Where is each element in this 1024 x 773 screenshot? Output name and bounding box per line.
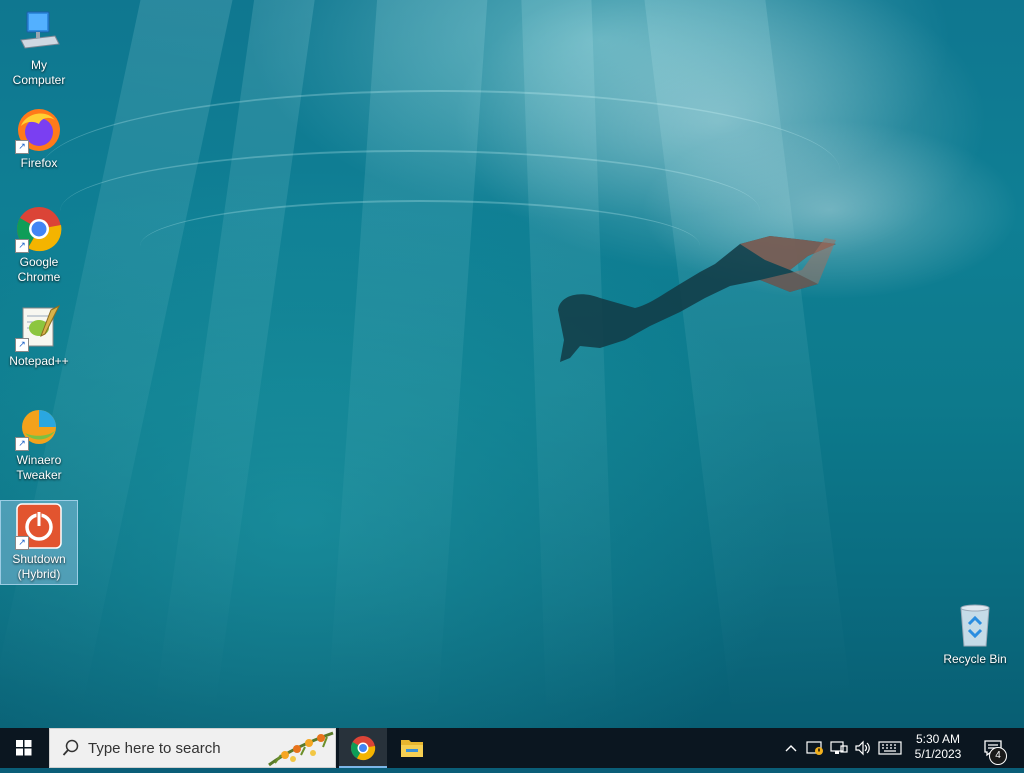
tray-network-icon[interactable]	[828, 728, 850, 768]
shortcut-arrow-icon: ↗	[15, 536, 29, 550]
power-icon: ↗	[15, 502, 63, 550]
clock-date: 5/1/2023	[914, 747, 962, 761]
desktop-icon-label: Firefox	[20, 156, 58, 170]
windows-logo-icon	[16, 740, 32, 756]
tray-volume-icon[interactable]	[852, 728, 874, 768]
firefox-icon: ↗	[15, 106, 63, 154]
chrome-icon	[350, 736, 376, 761]
tray-touch-keyboard-button[interactable]	[876, 728, 904, 768]
search-placeholder: Type here to search	[88, 740, 221, 757]
search-highlight-flowers-icon	[268, 731, 334, 767]
desktop-icon-my-computer[interactable]: My Computer	[1, 8, 77, 88]
recycle-bin-icon	[951, 602, 999, 650]
desktop-icon-label: Winaero Tweaker	[16, 453, 62, 482]
search-icon	[62, 739, 79, 756]
keyboard-icon	[878, 741, 902, 755]
shortcut-arrow-icon: ↗	[15, 338, 29, 352]
taskbar-clock[interactable]: 5:30 AM 5/1/2023	[905, 728, 971, 768]
desktop-background: My Computer ↗ Firefox ↗ Google Chrome ↗ …	[0, 0, 1024, 728]
taskbar-app-file-explorer[interactable]	[388, 728, 436, 768]
desktop-icon-label: Notepad++	[9, 354, 69, 368]
show-hidden-icons-button[interactable]	[780, 728, 802, 768]
winaero-tweaker-icon: ↗	[15, 403, 63, 451]
desktop-icon-google-chrome[interactable]: ↗ Google Chrome	[1, 205, 77, 285]
shortcut-arrow-icon: ↗	[15, 437, 29, 451]
desktop-icon-notepad-plus-plus[interactable]: ↗ Notepad++	[1, 304, 77, 369]
desktop-icon-label: Recycle Bin	[943, 652, 1007, 666]
network-icon	[830, 741, 848, 754]
notepad-plus-plus-icon: ↗	[15, 304, 63, 352]
speaker-icon	[855, 740, 870, 756]
diver-silhouette	[558, 236, 836, 362]
clock-time: 5:30 AM	[915, 732, 961, 746]
desktop-icon-recycle-bin[interactable]: Recycle Bin	[937, 602, 1013, 667]
folder-icon	[401, 740, 423, 757]
desktop-icon-label: Shutdown (Hybrid)	[12, 552, 66, 581]
desktop-icon-winaero-tweaker[interactable]: ↗ Winaero Tweaker	[1, 403, 77, 483]
security-warning-icon	[806, 741, 823, 755]
desktop-icon-shutdown-hybrid[interactable]: ↗ Shutdown (Hybrid)	[0, 500, 78, 585]
taskbar: Type here to search 5:30 AM 5/1/2023	[0, 728, 1024, 768]
start-button[interactable]	[0, 728, 48, 768]
tray-security-icon[interactable]	[804, 728, 826, 768]
taskbar-search-box[interactable]: Type here to search	[49, 728, 336, 768]
notification-count-badge: 4	[989, 747, 1007, 765]
desktop-icon-firefox[interactable]: ↗ Firefox	[1, 106, 77, 171]
desktop-icon-label: My Computer	[12, 58, 66, 87]
taskbar-app-google-chrome[interactable]	[339, 728, 387, 768]
chevron-up-icon	[785, 745, 797, 752]
computer-icon	[15, 8, 63, 56]
chrome-icon: ↗	[15, 205, 63, 253]
shortcut-arrow-icon: ↗	[15, 239, 29, 253]
shortcut-arrow-icon: ↗	[15, 140, 29, 154]
desktop-icon-label: Google Chrome	[17, 255, 61, 284]
